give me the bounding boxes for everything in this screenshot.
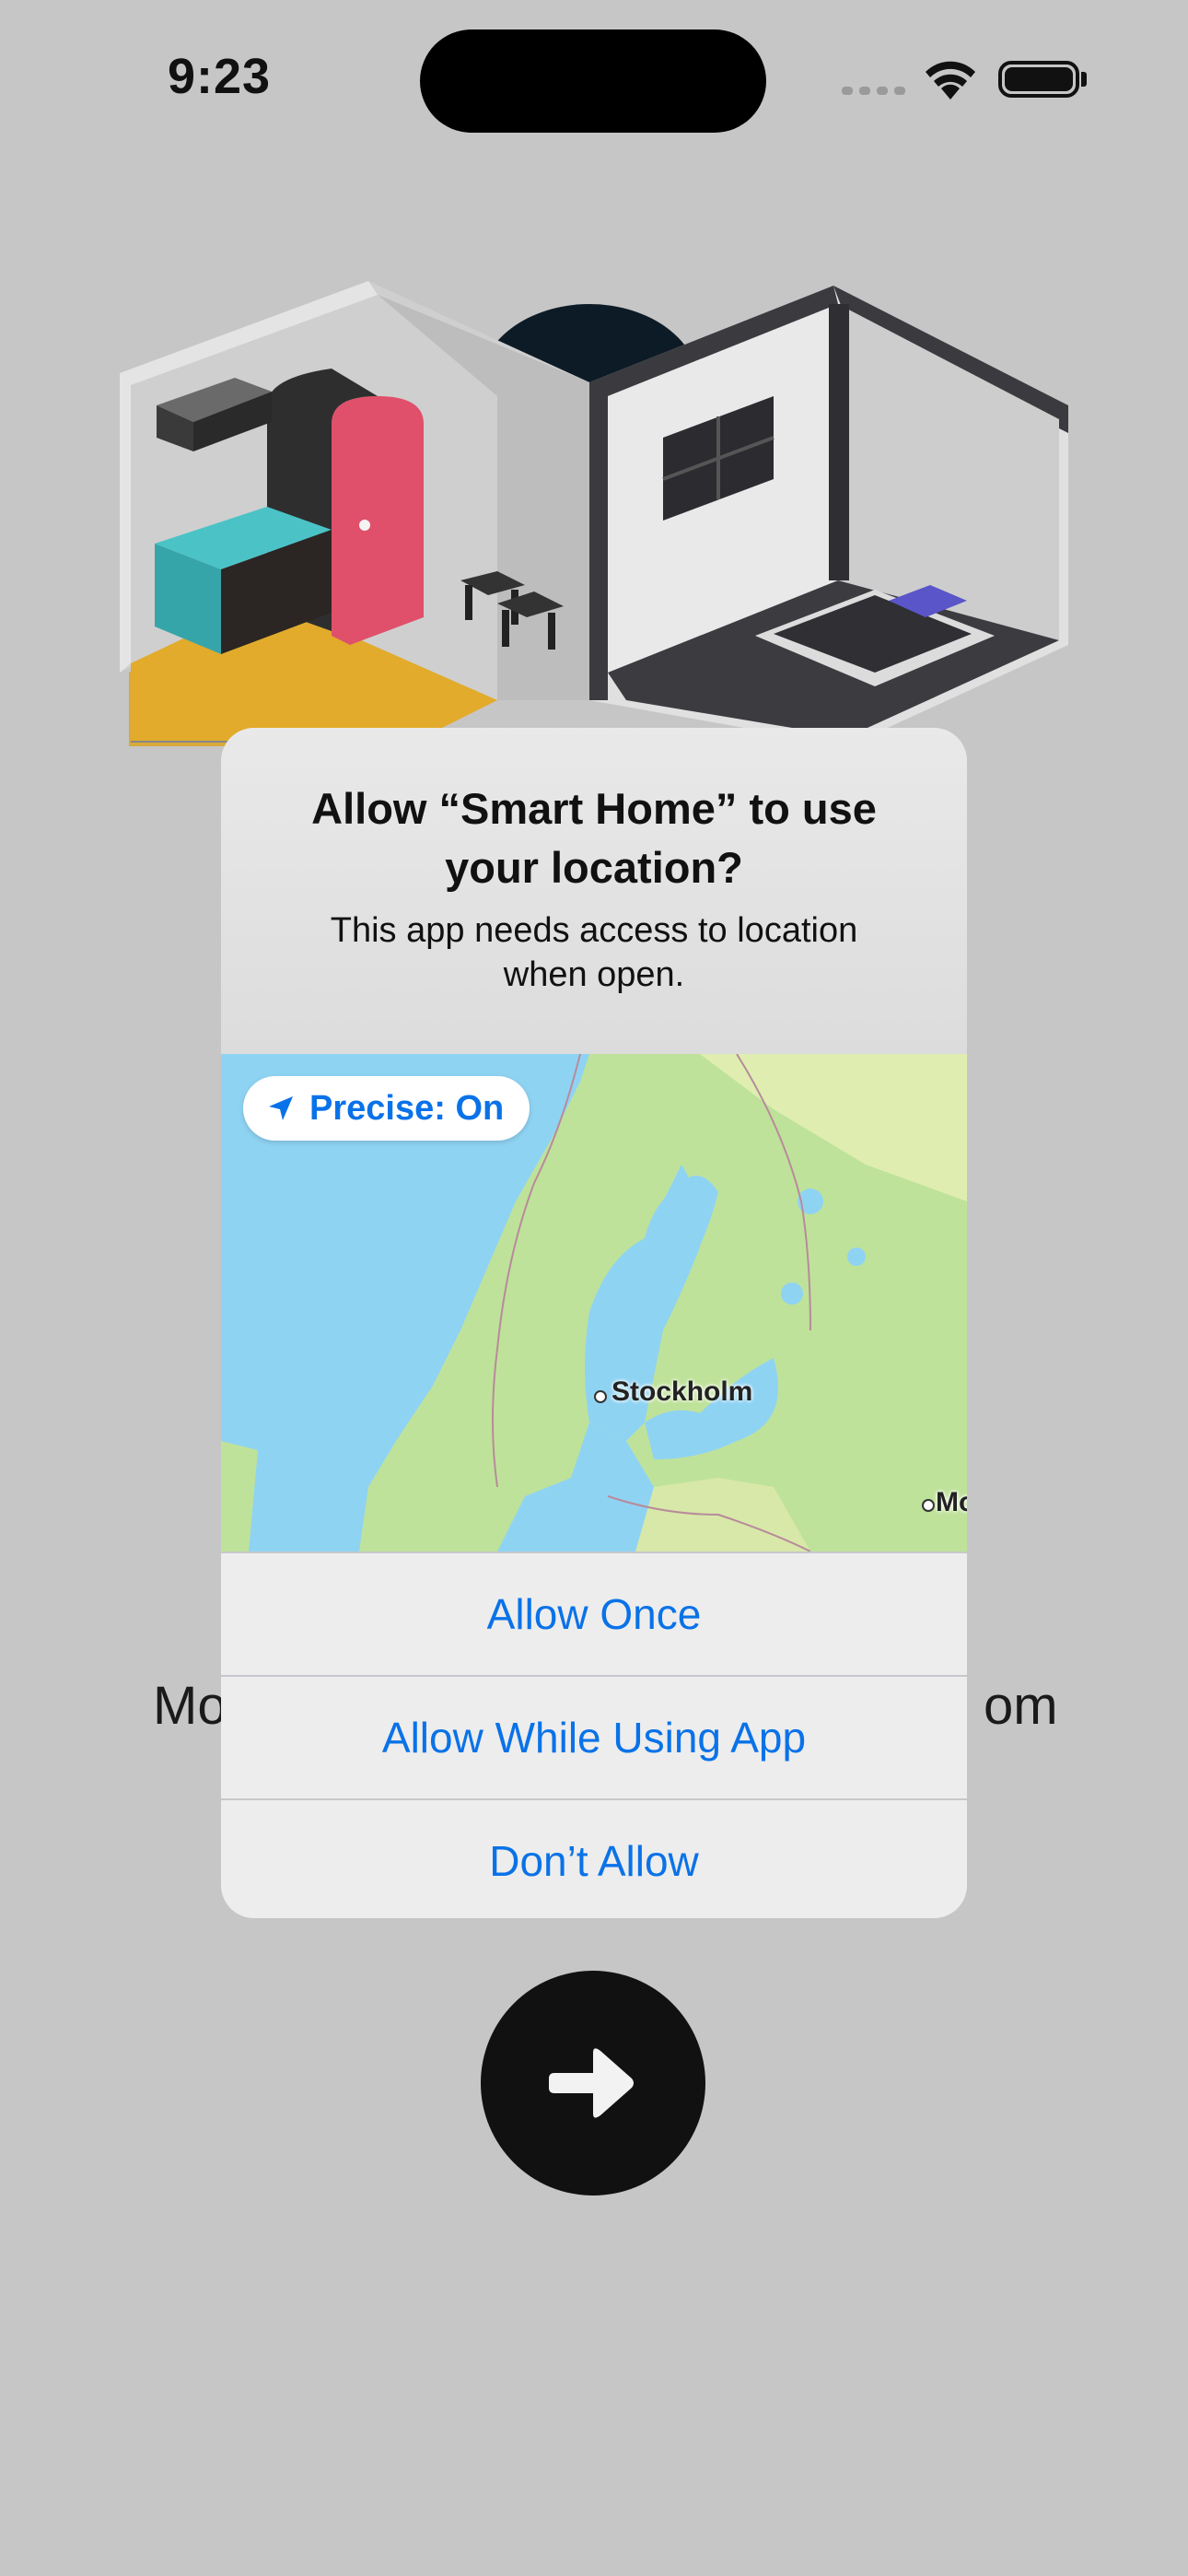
battery-tip — [1081, 72, 1087, 87]
dont-allow-button[interactable]: Don’t Allow — [221, 1798, 967, 1918]
background-text-right: om — [984, 1676, 1058, 1736]
precise-location-toggle[interactable]: Precise: On — [243, 1076, 530, 1141]
location-map: Precise: On Stockholm Mo — [221, 1054, 967, 1551]
rooms-illustration — [120, 281, 1068, 746]
cellular-signal-icon — [842, 87, 905, 95]
status-time: 9:23 — [168, 49, 272, 104]
map-city-label-partial: Mo — [936, 1487, 967, 1517]
precise-label: Precise: On — [309, 1088, 505, 1128]
alert-header: Allow “Smart Home” to use your location?… — [221, 728, 967, 1054]
location-arrow-icon — [269, 1096, 293, 1120]
alert-title: Allow “Smart Home” to use your location? — [311, 784, 877, 892]
background-text-left: Mo — [153, 1676, 227, 1736]
map-city-label: Stockholm — [611, 1376, 753, 1407]
next-button[interactable] — [481, 1971, 705, 2195]
location-permission-alert: Allow “Smart Home” to use your location?… — [221, 728, 967, 1918]
wifi-icon — [926, 61, 975, 100]
allow-while-using-app-button[interactable]: Allow While Using App — [221, 1675, 967, 1798]
allow-once-button[interactable]: Allow Once — [221, 1551, 967, 1675]
arrow-right-icon — [549, 2048, 634, 2118]
status-bar: 9:23 — [0, 0, 1188, 157]
battery-icon — [998, 61, 1079, 98]
alert-message: This app needs access to location when o… — [330, 911, 858, 994]
dynamic-island — [420, 29, 766, 133]
